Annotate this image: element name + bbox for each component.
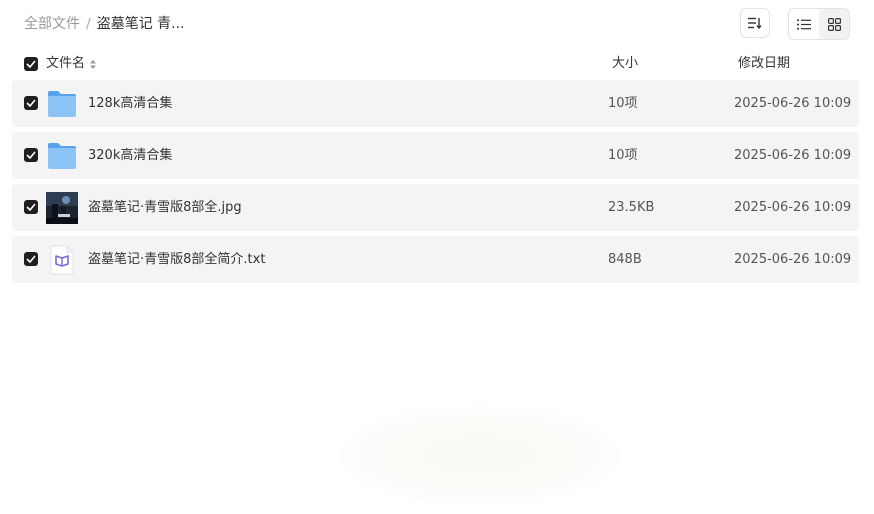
file-name: 盗墓笔记·青雪版8部全简介.txt bbox=[88, 252, 266, 267]
view-toggle bbox=[788, 8, 850, 40]
check-icon bbox=[26, 151, 36, 159]
breadcrumb-current: 盗墓笔记 青... bbox=[96, 16, 185, 32]
grid-view-button[interactable] bbox=[819, 9, 849, 39]
file-browser: 全部文件 / 盗墓笔记 青... 文件名 大小 修改日期 128k高清合集 10… bbox=[0, 0, 874, 514]
list-view-icon bbox=[797, 19, 811, 29]
file-date: 2025-06-26 10:09 bbox=[734, 252, 852, 267]
list-view-button[interactable] bbox=[789, 9, 819, 39]
file-date: 2025-06-26 10:09 bbox=[734, 200, 852, 215]
check-icon bbox=[26, 203, 36, 211]
check-icon bbox=[26, 60, 36, 68]
check-icon bbox=[26, 99, 36, 107]
file-date: 2025-06-26 10:09 bbox=[734, 96, 852, 111]
file-size: 10项 bbox=[608, 96, 638, 111]
file-size: 10项 bbox=[608, 148, 638, 163]
file-size: 23.5KB bbox=[608, 200, 655, 215]
header-name[interactable]: 文件名 bbox=[46, 50, 97, 78]
file-name: 盗墓笔记·青雪版8部全.jpg bbox=[88, 200, 242, 215]
check-icon bbox=[26, 255, 36, 263]
row-checkbox[interactable] bbox=[24, 96, 38, 110]
header-size[interactable]: 大小 bbox=[612, 50, 638, 78]
file-name: 320k高清合集 bbox=[88, 148, 173, 163]
top-bar: 全部文件 / 盗墓笔记 青... bbox=[0, 0, 874, 48]
row-checkbox[interactable] bbox=[24, 148, 38, 162]
breadcrumb: 全部文件 / 盗墓笔记 青... bbox=[24, 14, 185, 34]
table-row[interactable]: 盗墓笔记·青雪版8部全.jpg 23.5KB 2025-06-26 10:09 bbox=[12, 184, 859, 231]
text-file-icon bbox=[50, 245, 74, 275]
folder-icon bbox=[48, 143, 76, 169]
table-header: 文件名 大小 修改日期 bbox=[12, 50, 859, 78]
background-glow bbox=[340, 405, 620, 505]
sort-icon bbox=[748, 17, 762, 29]
breadcrumb-root[interactable]: 全部文件 bbox=[24, 14, 80, 34]
row-checkbox[interactable] bbox=[24, 252, 38, 266]
sort-arrows-icon bbox=[90, 59, 97, 69]
table-row[interactable]: 320k高清合集 10项 2025-06-26 10:09 bbox=[12, 132, 859, 179]
grid-view-icon bbox=[827, 17, 841, 31]
header-name-label: 文件名 bbox=[46, 56, 86, 71]
file-size: 848B bbox=[608, 252, 642, 267]
select-all-checkbox[interactable] bbox=[24, 57, 38, 71]
file-name: 128k高清合集 bbox=[88, 96, 173, 111]
breadcrumb-separator: / bbox=[86, 16, 91, 32]
table-row[interactable]: 盗墓笔记·青雪版8部全简介.txt 848B 2025-06-26 10:09 bbox=[12, 236, 859, 283]
row-checkbox[interactable] bbox=[24, 200, 38, 214]
file-date: 2025-06-26 10:09 bbox=[734, 148, 852, 163]
header-date[interactable]: 修改日期 bbox=[738, 50, 790, 78]
folder-icon bbox=[48, 91, 76, 117]
table-row[interactable]: 128k高清合集 10项 2025-06-26 10:09 bbox=[12, 80, 859, 127]
image-thumbnail bbox=[46, 192, 78, 224]
sort-button[interactable] bbox=[740, 8, 770, 38]
